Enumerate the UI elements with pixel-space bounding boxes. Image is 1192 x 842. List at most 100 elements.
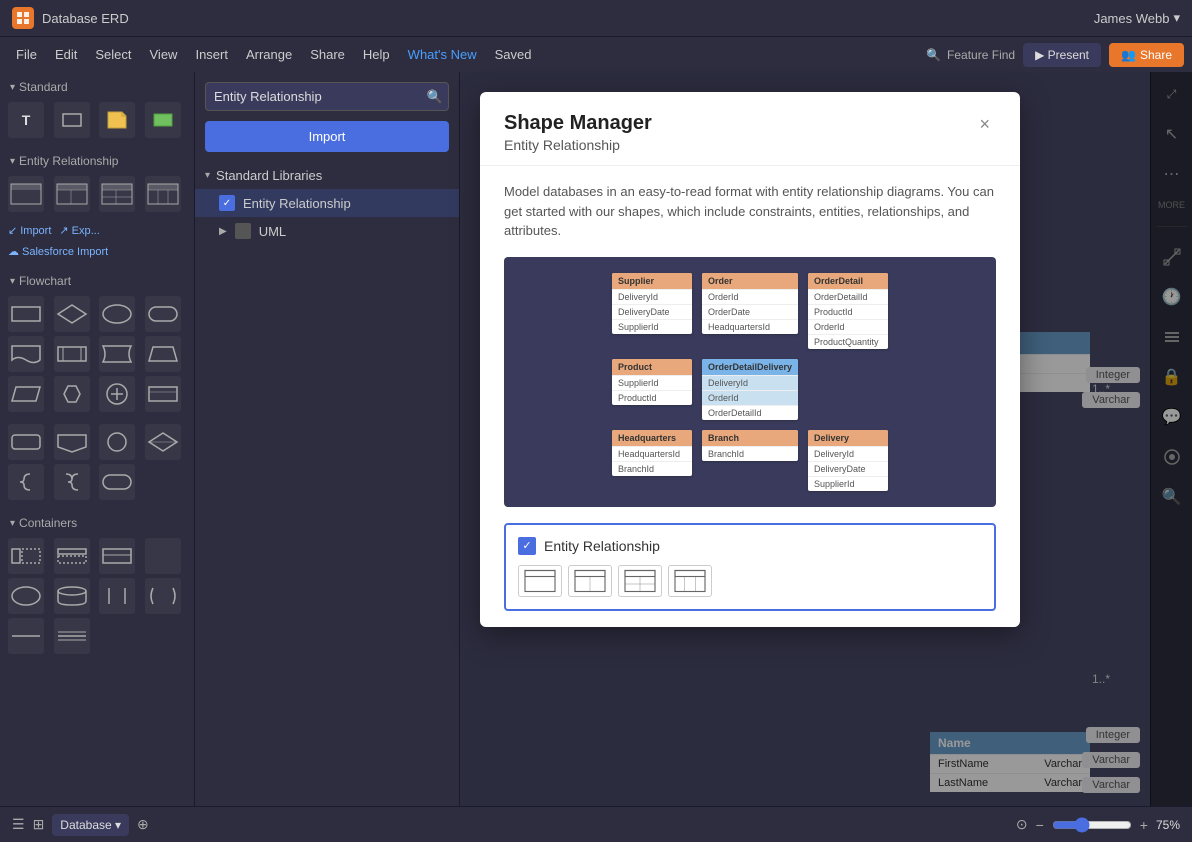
erd-row: HeadquartersId [702,319,798,334]
fc-plus[interactable] [99,376,135,412]
cont-8[interactable] [145,578,181,614]
fc-diamond[interactable] [54,296,90,332]
menu-file[interactable]: File [8,43,45,66]
fc-xdata[interactable] [145,424,181,460]
er-shapes [0,172,194,220]
shape-rect[interactable] [54,102,90,138]
add-page-icon[interactable]: ⊕ [137,816,149,833]
cont-7[interactable] [99,578,135,614]
erd-table-hq-header: Headquarters [612,430,692,446]
menu-insert[interactable]: Insert [187,43,236,66]
shape-er3[interactable] [99,176,135,212]
sidebar-section-containers[interactable]: ▾ Containers [0,508,194,534]
fc-doc[interactable] [8,336,44,372]
cont-3[interactable] [99,538,135,574]
fc-pent[interactable] [54,424,90,460]
standard-shapes: T [0,98,194,146]
library-entity-relationship[interactable]: ✓ Entity Relationship [195,189,459,217]
target-icon[interactable]: ⊙ [1016,816,1028,833]
search-input[interactable]: Entity Relationship [205,82,449,111]
feature-find[interactable]: 🔍 Feature Find [926,48,1015,62]
fc-brace-both[interactable] [54,464,90,500]
grid-view-icon[interactable]: ⊞ [33,816,45,833]
fc-corner[interactable] [8,424,44,460]
dialog-title-group: Shape Manager Entity Relationship [504,112,652,153]
cont-5[interactable] [8,578,44,614]
erd-row: OrderId [702,390,798,405]
menu-edit[interactable]: Edit [47,43,85,66]
cont-4[interactable] [145,538,181,574]
erd-row: OrderDetailId [702,405,798,420]
import-btn[interactable]: ↙ Import [8,224,51,237]
erd-table-product-header: Product [612,359,692,375]
zoom-in-button[interactable]: + [1140,817,1148,833]
menu-view[interactable]: View [142,43,186,66]
shape-text[interactable]: T [8,102,44,138]
fc-brace-open[interactable] [8,464,44,500]
fc-pill[interactable] [99,464,135,500]
close-button[interactable]: × [973,112,996,137]
user-menu[interactable]: James Webb ▾ [1094,10,1180,26]
erd-table-odd-header: OrderDetailDelivery [702,359,798,375]
fc-rect[interactable] [8,296,44,332]
sidebar-section-flowchart[interactable]: ▾ Flowchart [0,266,194,292]
fc-rounded[interactable] [145,296,181,332]
menu-share[interactable]: Share [302,43,353,66]
shape-er2[interactable] [54,176,90,212]
fc-circle[interactable] [99,424,135,460]
import-button[interactable]: Import [205,121,449,152]
container-shapes [0,534,194,662]
fc-oval[interactable] [99,296,135,332]
erd-row: ProductId [612,390,692,405]
zoom-level: 75% [1156,818,1180,832]
fc-wave[interactable] [99,336,135,372]
sidebar-section-standard[interactable]: ▾ Standard [0,72,194,98]
cont-9[interactable] [8,618,44,654]
shape-green-rect[interactable] [145,102,181,138]
cont-2[interactable] [54,538,90,574]
erd-row: SupplierId [612,375,692,390]
erd-table-supplier-header: Supplier [612,273,692,289]
fc-process[interactable] [54,336,90,372]
cont-6[interactable] [54,578,90,614]
salesforce-btn[interactable]: ☁ Salesforce Import [8,245,108,258]
fc-para[interactable] [8,376,44,412]
entity-shape-1 [518,565,562,597]
shape-note[interactable] [99,102,135,138]
zoom-out-button[interactable]: − [1036,817,1044,833]
dialog-description: Model databases in an easy-to-read forma… [504,182,996,241]
database-dropdown[interactable]: Database ▾ [52,814,129,836]
cont-1[interactable] [8,538,44,574]
er-checkbox: ✓ [219,195,235,211]
entity-shape-2 [568,565,612,597]
erd-row: DeliveryDate [808,461,888,476]
menu-saved[interactable]: Saved [487,43,540,66]
sidebar: ▾ Standard T ▾ Entity Relationship [0,72,195,842]
uml-arrow: ▶ [219,226,227,237]
erd-row: OrderId [702,289,798,304]
search-icon[interactable]: 🔍 [427,89,443,105]
zoom-slider[interactable] [1052,817,1132,833]
cont-10[interactable] [54,618,90,654]
sidebar-section-er[interactable]: ▾ Entity Relationship [0,146,194,172]
menu-whats-new[interactable]: What's New [400,43,485,66]
fc-hex[interactable] [54,376,90,412]
shape-manager-left: Entity Relationship 🔍 Import ▾ Standard … [195,72,460,806]
export-btn[interactable]: ↗ Exp... [59,224,99,237]
shape-er1[interactable] [8,176,44,212]
entity-checkbox[interactable]: ✓ [518,537,536,555]
flowchart-shapes [0,292,194,420]
shape-er4[interactable] [145,176,181,212]
fc-more[interactable] [145,376,181,412]
fc-trap[interactable] [145,336,181,372]
menu-arrange[interactable]: Arrange [238,43,300,66]
list-view-icon[interactable]: ☰ [12,816,25,833]
present-button[interactable]: ▶ Present [1023,43,1101,67]
erd-table-orderdetaildelivery: OrderDetailDelivery DeliveryId OrderId O… [702,359,798,420]
erd-table-headquarters: Headquarters HeadquartersId BranchId [612,430,692,476]
erd-row: BranchId [612,461,692,476]
share-button[interactable]: 👥 Share [1109,43,1184,67]
library-uml[interactable]: ▶ UML [195,217,459,245]
menu-select[interactable]: Select [87,43,139,66]
menu-help[interactable]: Help [355,43,398,66]
